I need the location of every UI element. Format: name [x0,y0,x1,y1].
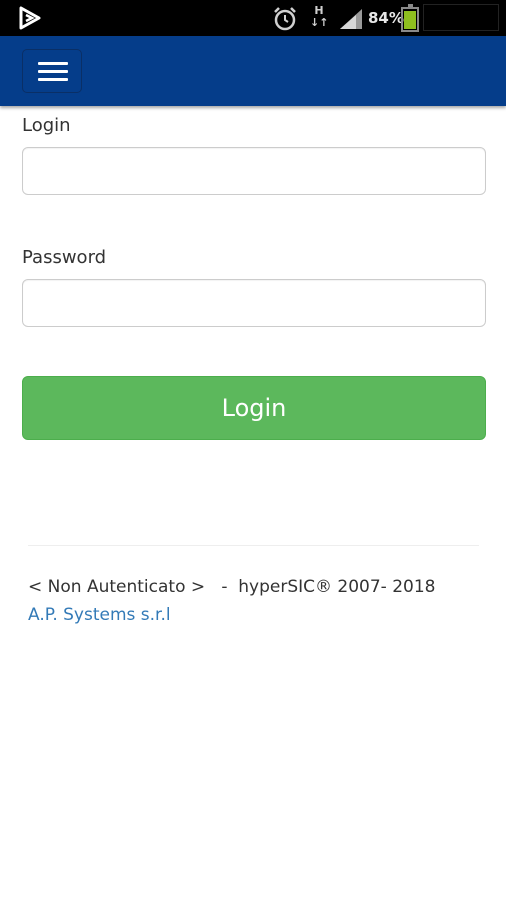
menu-toggle-button[interactable] [22,49,82,93]
redacted-area [423,4,499,31]
battery-percent: 84% [368,9,404,27]
battery-level-fill [404,11,416,29]
signal-strength-icon [340,9,362,29]
password-label: Password [22,247,107,268]
top-navbar [0,36,506,106]
status-bar: H ↓↑ 84% [0,0,506,36]
footer-status-text: < Non Autenticato > - hyperSIC® 2007- 20… [28,577,436,597]
battery-icon [401,4,419,32]
app-notification-icon [19,6,41,30]
footer-divider [28,545,479,546]
hamburger-menu-icon [38,62,68,65]
login-input[interactable] [22,147,486,195]
network-type-indicator: H ↓↑ [310,5,328,33]
alarm-clock-icon [274,7,296,31]
company-link[interactable]: A.P. Systems s.r.l [28,605,171,625]
password-input[interactable] [22,279,486,327]
login-button[interactable]: Login [22,376,486,440]
network-activity-icon: ↓↑ [310,16,329,29]
login-label: Login [22,115,71,136]
